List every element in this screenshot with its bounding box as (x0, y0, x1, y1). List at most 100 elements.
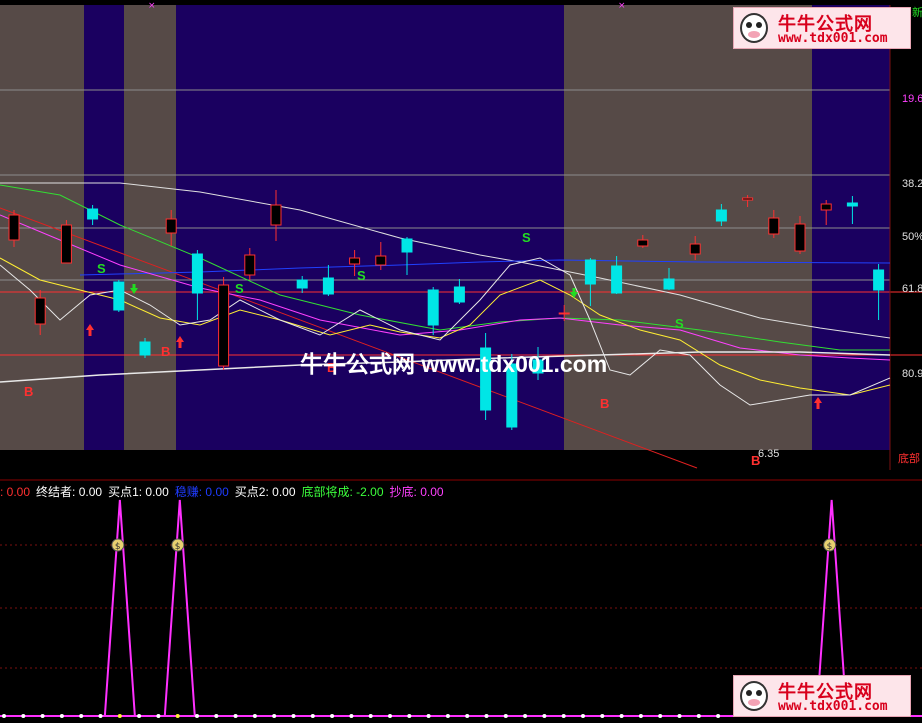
candle-body (637, 239, 649, 247)
baseline-dot (79, 714, 84, 718)
price-label: 61.8 (902, 283, 922, 295)
indicator-grid (0, 544, 922, 669)
candle-body (401, 238, 413, 253)
baseline-dot (330, 714, 335, 718)
price-label: 19.6 (902, 93, 922, 105)
candle-body (768, 217, 780, 235)
baseline-dot (503, 714, 508, 718)
candle-body (270, 204, 282, 226)
logo-bottom: 牛牛公式网 www.tdx001.com (733, 675, 911, 717)
baseline-dot (40, 714, 45, 718)
baseline-dot (465, 714, 470, 718)
price-axis: 19.6 38.2 50% 61.8 80.9 底部 (898, 93, 922, 465)
baseline-dot (388, 714, 392, 718)
candle-body (873, 269, 885, 291)
sell-mark: S (97, 261, 106, 276)
baseline-dot (59, 714, 64, 718)
baseline-dot (523, 714, 528, 718)
watermark: 牛牛公式网 www.tdx001.com (300, 351, 608, 377)
baseline-dot (696, 714, 701, 718)
baseline-dot (619, 714, 624, 718)
baseline-dot (214, 714, 219, 718)
candle-body (663, 278, 675, 290)
coin-label: $ (827, 542, 833, 552)
svg-text:×: × (148, 1, 156, 11)
legend-item: 终结者: 0.00 (36, 485, 103, 499)
cow-face-icon (740, 13, 768, 43)
baseline-dot (2, 714, 6, 718)
legend-item: 底部将成: -2.00 (301, 485, 384, 499)
baseline-dot (542, 714, 547, 718)
logo-url: www.tdx001.com (778, 31, 888, 46)
price-label: 底部 (898, 451, 920, 465)
baseline-dot (368, 714, 373, 718)
legend-item: : 0.00 (0, 485, 31, 499)
new-label: 新 (912, 5, 922, 19)
price-label: 38.2 (902, 178, 922, 190)
candle-body (322, 277, 334, 295)
candle-body (820, 203, 832, 211)
baseline-dot (426, 714, 431, 718)
sell-mark: S (357, 268, 366, 283)
baseline-dot (21, 714, 26, 718)
baseline-dot (600, 714, 605, 718)
baseline-dot (233, 714, 238, 718)
baseline-dot (137, 714, 142, 718)
sell-mark: S (235, 281, 244, 296)
baseline-dot (658, 714, 663, 718)
candle-body (794, 223, 806, 252)
baseline-dot (407, 714, 412, 718)
baseline-dot (716, 714, 721, 718)
candle-body (584, 259, 596, 285)
candle-body (742, 197, 754, 201)
candle-body (60, 224, 72, 264)
candle-body (349, 257, 361, 265)
candle-body (427, 289, 439, 326)
baseline-dot (561, 714, 566, 718)
candle-body (558, 312, 570, 315)
candle-body (191, 253, 203, 294)
candle-body (87, 208, 99, 220)
baseline-dot (349, 714, 354, 718)
baseline-dot (195, 714, 199, 718)
baseline-dot (581, 714, 585, 718)
baseline-dot (677, 714, 682, 718)
candle-body (244, 254, 256, 276)
sell-mark: S (522, 230, 531, 245)
candle-body (375, 255, 387, 266)
baseline-dot (445, 714, 450, 718)
svg-text:×: × (618, 1, 626, 11)
baseline-dot (156, 714, 161, 718)
candle-body (218, 284, 230, 367)
candle-body (139, 341, 151, 356)
legend-item: 买点1: 0.00 (108, 485, 169, 499)
price-label: 80.9 (902, 368, 922, 380)
baseline-dot (272, 714, 277, 718)
legend-item: 买点2: 0.00 (234, 485, 296, 499)
buy-mark: B (600, 396, 609, 411)
baseline-dot (291, 714, 296, 718)
cow-face-icon (740, 681, 768, 711)
candle-body (8, 214, 20, 241)
logo-top: 牛牛公式网 www.tdx001.com (733, 7, 911, 49)
candle-body (296, 279, 308, 289)
baseline-dot (484, 714, 489, 718)
candle-body (453, 286, 465, 303)
candle-body (846, 202, 858, 207)
candle-body (715, 209, 727, 222)
logo-url: www.tdx001.com (778, 699, 888, 714)
candle-body (689, 243, 701, 255)
baseline-dot (310, 714, 315, 718)
low-price-label: 6.35 (758, 448, 779, 460)
candle-body (165, 218, 177, 234)
candle-body (611, 265, 623, 294)
baseline-dot (175, 714, 180, 718)
coin-label: $ (115, 542, 121, 552)
legend-item: 稳赚: 0.00 (174, 485, 229, 499)
price-label: 50% (902, 231, 922, 243)
baseline-dot (638, 714, 643, 718)
coin-label: $ (175, 542, 181, 552)
baseline-dot (117, 714, 122, 718)
candle-body (113, 281, 125, 311)
buy-mark: B (161, 344, 170, 359)
